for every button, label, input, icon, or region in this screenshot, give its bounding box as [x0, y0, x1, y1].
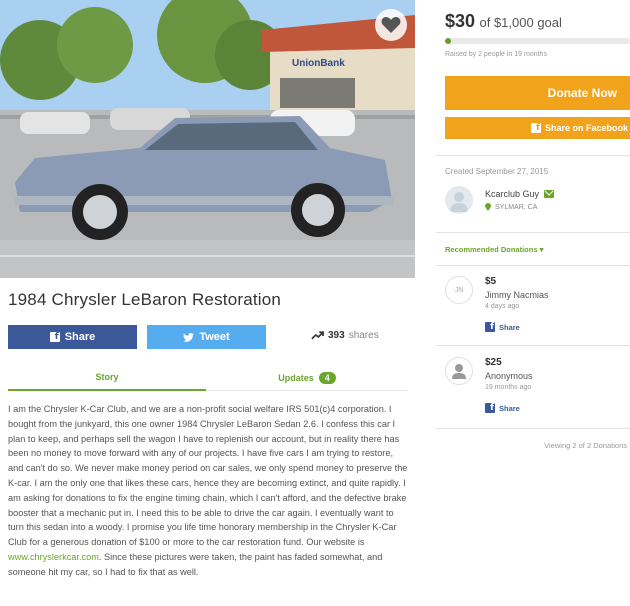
- share-count-value: 393: [328, 330, 345, 341]
- donation-share-link[interactable]: f Share: [485, 403, 520, 413]
- share-on-facebook-label: Share on Facebook: [544, 123, 628, 133]
- organizer-avatar[interactable]: [445, 186, 473, 214]
- donation-sidebar: $30 of $1,000 goal Raised by 2 people in…: [436, 0, 630, 606]
- heart-icon: [381, 17, 401, 33]
- location-pin-icon: [485, 203, 491, 211]
- website-link[interactable]: www.chryslerkcar.com: [8, 552, 99, 562]
- facebook-share-button[interactable]: f Share: [8, 325, 137, 349]
- donation-item: JN $5 Jimmy Nacmias 4 days ago f Share: [445, 276, 630, 346]
- verified-mail-icon[interactable]: [544, 190, 555, 198]
- trending-icon: [311, 331, 324, 340]
- progress-fill: [445, 38, 451, 44]
- facebook-share-label: Share: [64, 331, 96, 343]
- tweet-label: Tweet: [199, 331, 230, 343]
- share-bar: f Share Tweet 393 shares: [8, 325, 408, 349]
- organizer-name[interactable]: Kcarclub Guy: [485, 189, 539, 199]
- donate-now-button[interactable]: Donate Now: [445, 76, 630, 110]
- recommended-donations-dropdown[interactable]: Recommended Donations ▾: [445, 245, 543, 254]
- story-body: I am the Chrysler K-Car Club, and we are…: [8, 404, 408, 548]
- tab-story[interactable]: Story: [8, 365, 206, 391]
- tab-updates[interactable]: Updates 4: [206, 365, 408, 391]
- bank-sign: UnionBank: [292, 58, 345, 69]
- person-icon: [450, 192, 468, 212]
- facebook-icon: f: [530, 123, 541, 133]
- divider: [436, 265, 630, 266]
- divider: [436, 232, 630, 233]
- tweet-button[interactable]: Tweet: [147, 325, 266, 349]
- amount-raised-value: $30: [445, 11, 476, 31]
- donation-share-label: Share: [499, 403, 520, 413]
- facebook-icon: f: [485, 403, 495, 413]
- organizer-name-row: Kcarclub Guy: [485, 189, 555, 199]
- campaign-main: UnionBank 1984 Chrysler LeBaron Restorat…: [0, 0, 415, 606]
- donation-share-link[interactable]: f Share: [485, 322, 520, 332]
- campaign-title: 1984 Chrysler LeBaron Restoration: [8, 290, 282, 309]
- car-photo-illustration: UnionBank: [0, 0, 415, 278]
- donation-time: 4 days ago: [485, 303, 520, 310]
- share-on-facebook-button[interactable]: f Share on Facebook: [445, 117, 630, 139]
- campaign-photo[interactable]: UnionBank: [0, 0, 415, 278]
- progress-bar: [445, 38, 630, 44]
- tab-updates-label: Updates: [278, 373, 314, 383]
- story-text: I am the Chrysler K-Car Club, and we are…: [8, 402, 410, 580]
- donation-time: 19 months ago: [485, 384, 532, 391]
- updates-count-badge: 4: [318, 372, 336, 384]
- facebook-icon: f: [485, 322, 495, 332]
- person-icon: [452, 364, 466, 379]
- facebook-icon: f: [49, 332, 60, 342]
- donor-avatar: JN: [445, 276, 473, 304]
- organizer-location: SYLMAR, CA: [495, 203, 538, 211]
- recommended-donations-label: Recommended Donations: [445, 245, 538, 254]
- divider: [436, 428, 630, 429]
- donation-item: $25 Anonymous 19 months ago f Share: [445, 357, 630, 427]
- organizer-location-row: SYLMAR, CA: [485, 203, 537, 211]
- amount-raised: $30 of $1,000 goal: [445, 11, 562, 32]
- donation-amount: $25: [485, 357, 502, 368]
- donate-now-label: Donate Now: [547, 86, 617, 100]
- raised-by-text: Raised by 2 people in 19 months: [445, 51, 547, 58]
- donor-name: Anonymous: [485, 371, 533, 381]
- share-count: 393 shares: [311, 330, 379, 341]
- campaign-tabs: Story Updates 4: [8, 365, 408, 391]
- twitter-icon: [183, 332, 195, 342]
- viewing-count: Viewing 2 of 2 Donations: [544, 441, 627, 450]
- donation-amount: $5: [485, 276, 497, 287]
- divider: [436, 155, 630, 156]
- donor-avatar: [445, 357, 473, 385]
- favorite-button[interactable]: [375, 9, 407, 41]
- donation-share-label: Share: [499, 322, 520, 332]
- goal-text: of $1,000 goal: [479, 15, 562, 30]
- caret-down-icon: ▾: [539, 245, 544, 254]
- share-count-label: shares: [348, 330, 379, 341]
- created-date: Created September 27, 2015: [445, 167, 549, 176]
- divider: [436, 345, 630, 346]
- tab-story-label: Story: [95, 372, 119, 382]
- donor-name: Jimmy Nacmias: [485, 290, 549, 300]
